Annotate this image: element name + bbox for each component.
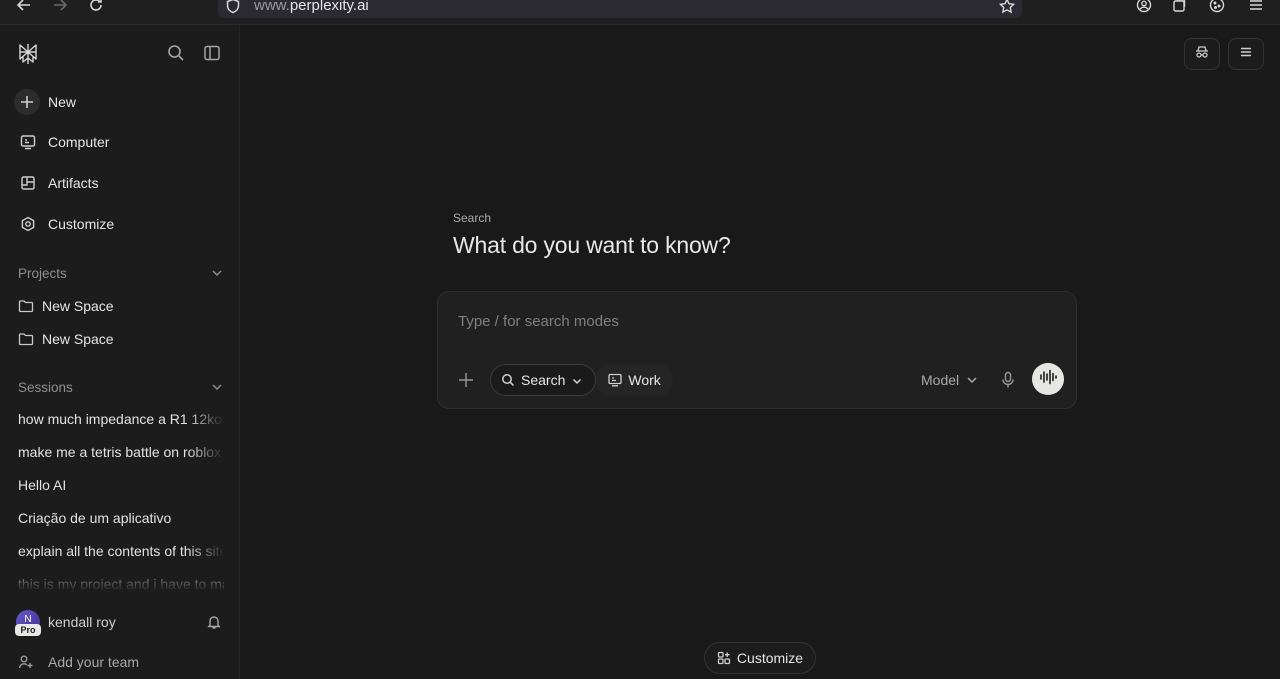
menu-button[interactable] — [1228, 38, 1264, 70]
session-item[interactable]: Criação de um aplicativo — [18, 510, 224, 530]
browser-menu-icon[interactable] — [1245, 0, 1267, 16]
sidebar-item-label: Artifacts — [48, 175, 99, 191]
browser-toolbar: www.perplexity.ai — [0, 0, 1280, 25]
projects-heading: Projects — [18, 265, 67, 281]
menu-icon — [1238, 44, 1254, 65]
cookie-icon[interactable] — [1206, 0, 1228, 16]
soundwave-icon — [1039, 369, 1057, 390]
add-team-button[interactable]: Add your team — [18, 652, 139, 672]
attach-plus-icon[interactable] — [456, 370, 476, 390]
model-label: Model — [921, 372, 960, 388]
bookmark-star-icon[interactable] — [996, 0, 1018, 17]
chevron-down-icon — [210, 266, 224, 280]
account-icon[interactable] — [1133, 0, 1155, 16]
folder-icon — [18, 331, 34, 347]
computer-icon — [16, 130, 40, 154]
reload-icon[interactable] — [85, 0, 107, 16]
search-icon[interactable] — [166, 43, 186, 63]
sidebar: New Computer Artifacts Customize Project… — [0, 25, 240, 679]
work-mode-label: Work — [628, 372, 661, 388]
url-text: www.perplexity.ai — [254, 0, 369, 14]
session-item[interactable]: this is my project and i have to make — [18, 576, 224, 592]
customize-grid-icon — [717, 651, 731, 665]
user-profile[interactable]: N Pro kendall roy — [14, 608, 226, 638]
url-bar[interactable]: www.perplexity.ai — [218, 0, 1022, 18]
add-user-icon — [18, 654, 34, 670]
search-mode-button[interactable]: Search — [490, 364, 597, 396]
customize-button[interactable]: Customize — [704, 642, 816, 674]
incognito-icon — [1194, 44, 1210, 65]
project-item-label: New Space — [42, 298, 114, 314]
search-input[interactable] — [458, 310, 1058, 332]
sidebar-item-label: New — [48, 94, 77, 110]
query-composer: Search Work Model — [437, 291, 1077, 409]
back-arrow-icon[interactable] — [13, 0, 35, 16]
sessions-heading: Sessions — [18, 379, 73, 395]
sidebar-toggle-icon[interactable] — [202, 43, 222, 63]
customize-icon — [16, 212, 40, 236]
extensions-icon[interactable] — [1169, 0, 1191, 16]
project-item[interactable]: New Space — [18, 295, 114, 317]
incognito-button[interactable] — [1184, 38, 1220, 70]
sidebar-item-computer[interactable]: Computer — [12, 125, 228, 159]
projects-section-toggle[interactable]: Projects — [18, 263, 224, 283]
chevron-down-icon — [965, 373, 979, 387]
search-icon — [501, 373, 515, 387]
bell-icon[interactable] — [206, 614, 222, 630]
perplexity-logo-icon[interactable] — [16, 42, 40, 66]
project-item[interactable]: New Space — [18, 328, 114, 350]
sidebar-item-label: Customize — [48, 216, 115, 232]
model-selector[interactable]: Model — [921, 370, 979, 390]
microphone-icon[interactable] — [1000, 371, 1016, 389]
plus-icon — [14, 89, 40, 115]
main-content: Search What do you want to know? Search … — [241, 25, 1280, 679]
sidebar-item-new[interactable]: New — [12, 85, 228, 119]
chevron-down-icon — [571, 374, 583, 386]
mode-selector: Search Work — [490, 364, 673, 396]
folder-icon — [18, 298, 34, 314]
voice-mode-button[interactable] — [1032, 363, 1064, 395]
page-title: What do you want to know? — [453, 232, 731, 258]
forward-arrow-icon[interactable] — [49, 0, 71, 16]
search-mode-label: Search — [521, 372, 566, 388]
session-item[interactable]: how much impedance a R1 12kohm — [18, 411, 224, 431]
computer-icon — [608, 373, 623, 387]
sidebar-item-artifacts[interactable]: Artifacts — [12, 166, 228, 200]
sessions-section-toggle[interactable]: Sessions — [18, 377, 224, 397]
sidebar-item-customize[interactable]: Customize — [12, 207, 228, 241]
shield-icon — [222, 0, 244, 17]
sidebar-item-label: Computer — [48, 134, 110, 150]
chevron-down-icon — [210, 380, 224, 394]
artifacts-icon — [16, 171, 40, 195]
customize-label: Customize — [736, 650, 804, 666]
session-item[interactable]: make me a tetris battle on roblox — [18, 444, 224, 464]
session-item[interactable]: Hello AI — [18, 477, 224, 497]
add-team-label: Add your team — [48, 654, 140, 670]
work-mode-button[interactable]: Work — [596, 364, 673, 396]
session-item[interactable]: explain all the contents of this site — [18, 543, 224, 563]
pro-badge: Pro — [15, 624, 41, 636]
user-name: kendall roy — [48, 614, 116, 630]
search-mode-label: Search — [453, 211, 492, 225]
project-item-label: New Space — [42, 331, 114, 347]
